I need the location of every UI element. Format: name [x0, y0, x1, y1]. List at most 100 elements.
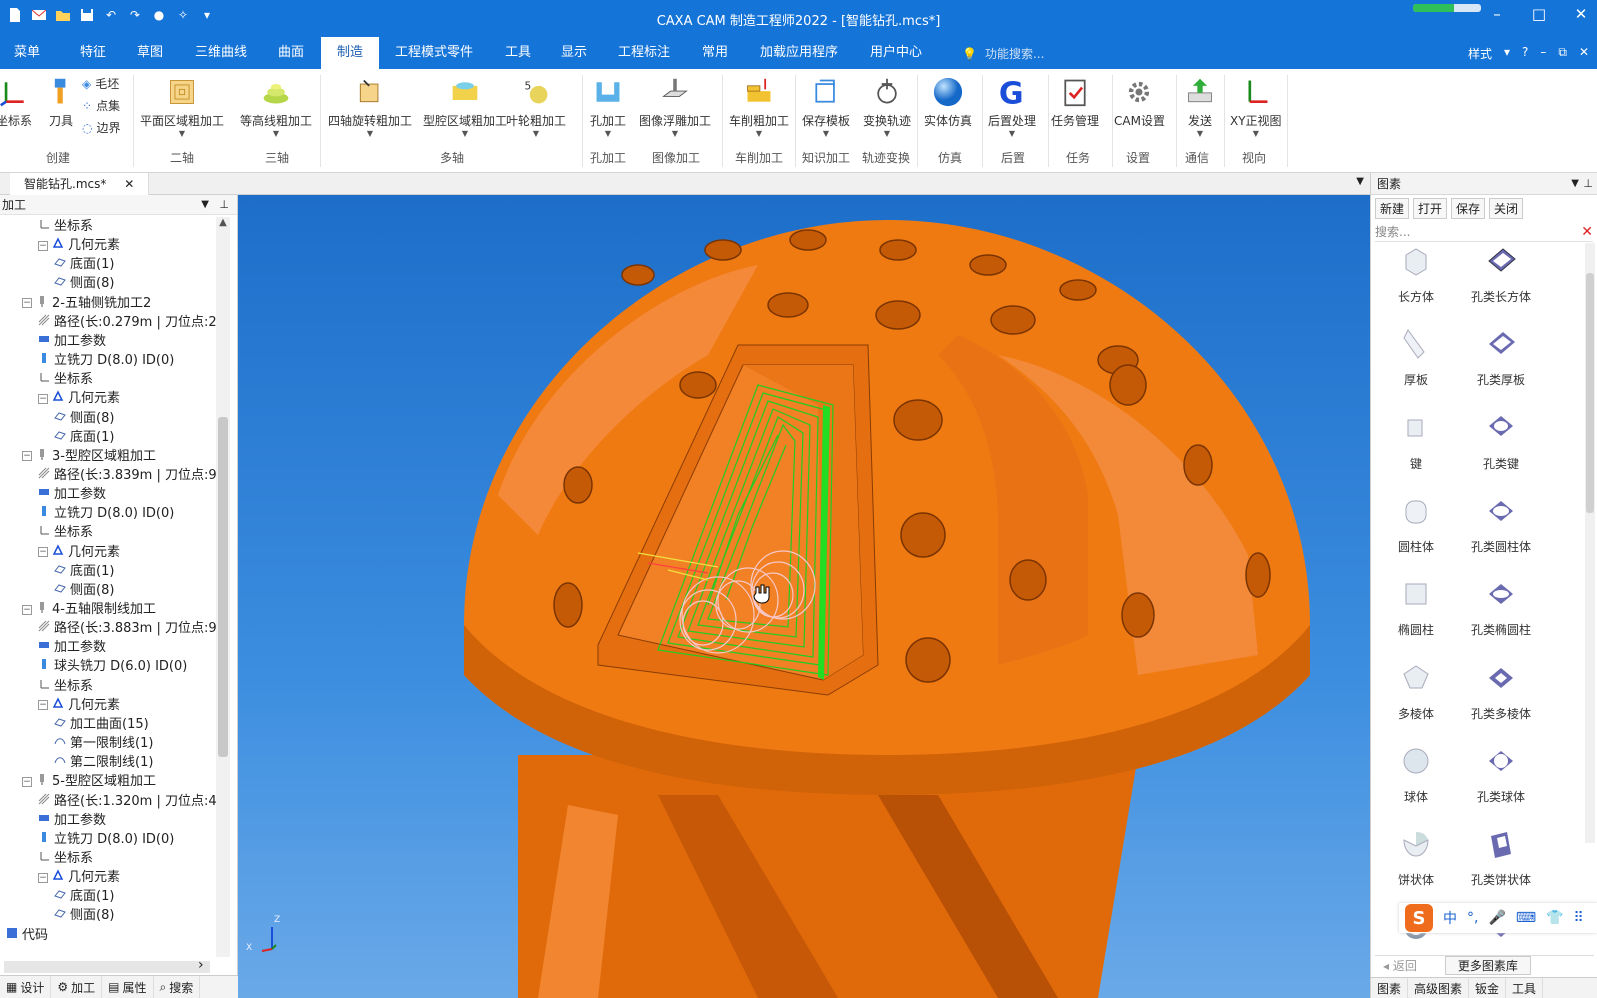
tree-item[interactable]: 第一限制线(1)	[54, 734, 153, 753]
tree-item[interactable]: 侧面(8)	[54, 581, 114, 600]
cam-settings-button[interactable]: CAM设置	[1114, 75, 1165, 129]
tab-common[interactable]: 常用	[692, 37, 738, 69]
pin-icon[interactable]: ⊥	[1583, 173, 1593, 195]
mini-minimize[interactable]: –	[1540, 45, 1546, 62]
more-library-button[interactable]: 更多图素库	[1444, 956, 1531, 975]
tab-tools[interactable]: 工具	[495, 37, 541, 69]
collapse-toggle[interactable]: −	[22, 298, 32, 309]
turning-rough-button[interactable]: 车削粗加工 ▼	[729, 75, 789, 139]
tree-item[interactable]: 坐标系	[38, 370, 93, 389]
solid-simulation-button[interactable]: 实体仿真	[924, 75, 972, 129]
back-button[interactable]: ◂ 返回	[1375, 957, 1425, 974]
tree-item[interactable]: 侧面(8)	[54, 274, 114, 293]
scroll-thumb[interactable]	[1586, 273, 1594, 513]
tree-item[interactable]: 立铣刀 D(8.0) ID(0)	[38, 830, 174, 849]
tab-3d-curve[interactable]: 三维曲线	[185, 37, 257, 69]
primitive-item[interactable]: 多棱体	[1371, 660, 1461, 722]
tab-dropdown-icon[interactable]: ▼	[1356, 176, 1364, 187]
tree-item[interactable]: 路径(长:3.839m | 刀位点:9	[38, 466, 216, 485]
tree-item[interactable]: 加工参数	[38, 485, 106, 504]
primitive-item[interactable]: 长方体	[1371, 243, 1461, 305]
tab-properties[interactable]: ▤ 属性	[102, 976, 154, 998]
ime-chinese-mode[interactable]: 中	[1443, 908, 1457, 928]
image-relief-button[interactable]: 图像浮雕加工 ▼	[639, 75, 711, 139]
keyboard-icon[interactable]: ⌨	[1516, 910, 1536, 926]
blank-button[interactable]: ◈ 毛坯	[82, 75, 119, 92]
tree-item[interactable]: − 几何元素	[38, 868, 120, 887]
collapse-toggle[interactable]: −	[38, 393, 48, 404]
tree-item[interactable]: − 几何元素	[38, 696, 120, 715]
tree-item[interactable]: − 4-五轴限制线加工	[22, 600, 156, 619]
3d-viewport[interactable]: Z X	[238, 195, 1370, 998]
tree-item[interactable]: 侧面(8)	[54, 409, 114, 428]
tree-horizontal-scrollbar[interactable]	[4, 961, 210, 973]
tree-vertical-scrollbar[interactable]: ▲	[216, 217, 230, 957]
tree-item[interactable]: 立铣刀 D(8.0) ID(0)	[38, 504, 174, 523]
primitive-search[interactable]: 搜索... ✕	[1375, 222, 1593, 242]
style-menu[interactable]: 样式	[1468, 45, 1492, 62]
tree-item[interactable]: 底面(1)	[54, 562, 114, 581]
impeller-rough-button[interactable]: 5 叶轮粗加工 ▼	[506, 75, 566, 139]
collapse-toggle[interactable]: −	[38, 547, 48, 558]
tab-annotation[interactable]: 工程标注	[608, 37, 680, 69]
point-set-button[interactable]: ⁘ 点集	[82, 97, 120, 114]
primitive-item[interactable]: 孔类厚板	[1456, 326, 1546, 388]
primitive-item[interactable]: 孔类球体	[1456, 743, 1546, 805]
primitive-item[interactable]: 孔类键	[1456, 410, 1546, 472]
primitive-item[interactable]: 饼状体	[1371, 826, 1461, 888]
clear-search-icon[interactable]: ✕	[1581, 222, 1593, 242]
tab-advanced-primitives[interactable]: 高级图素	[1408, 978, 1470, 998]
4axis-rotary-rough-button[interactable]: 四轴旋转粗加工 ▼	[328, 75, 412, 139]
transform-path-button[interactable]: 变换轨迹 ▼	[863, 75, 911, 139]
coordinate-system-button[interactable]: 坐标系	[0, 75, 32, 129]
plane-area-rough-button[interactable]: 平面区域粗加工 ▼	[140, 75, 224, 139]
tree-item[interactable]: 坐标系	[38, 677, 93, 696]
tab-menu[interactable]: 菜单	[4, 37, 50, 69]
pin-icon[interactable]: ⊥	[219, 195, 229, 215]
collapse-toggle[interactable]: −	[38, 240, 48, 251]
ime-logo[interactable]: S	[1405, 904, 1433, 932]
tree-item[interactable]: − 几何元素	[38, 389, 120, 408]
collapse-toggle[interactable]: −	[38, 700, 48, 711]
tree-item[interactable]: 立铣刀 D(8.0) ID(0)	[38, 351, 174, 370]
collapse-toggle[interactable]: −	[22, 776, 32, 787]
tree-item[interactable]: 路径(长:0.279m | 刀位点:2	[38, 313, 216, 332]
tab-machining[interactable]: ⚙ 加工	[51, 976, 103, 998]
mini-restore[interactable]: ⧉	[1558, 45, 1567, 62]
tree-item[interactable]: − 几何元素	[38, 543, 120, 562]
tree-item[interactable]: 加工参数	[38, 332, 106, 351]
mini-close[interactable]: ✕	[1579, 45, 1589, 62]
tree-item[interactable]: 第二限制线(1)	[54, 753, 153, 772]
tree-item[interactable]: 加工参数	[38, 638, 106, 657]
primitive-item[interactable]: 孔类长方体	[1456, 243, 1546, 305]
document-tab[interactable]: 智能钻孔.mcs* ✕	[10, 173, 150, 195]
help-button[interactable]: ?	[1522, 45, 1528, 62]
open-button[interactable]: 打开	[1413, 198, 1448, 219]
tree-item[interactable]: 路径(长:3.883m | 刀位点:9	[38, 619, 216, 638]
save-button[interactable]: 保存	[1451, 198, 1486, 219]
function-search[interactable]: 💡 功能搜索...	[962, 45, 1044, 62]
dropdown-icon[interactable]: ▾	[1504, 45, 1510, 62]
microphone-icon[interactable]: 🎤	[1488, 910, 1505, 926]
tree-item[interactable]: 侧面(8)	[54, 906, 114, 925]
tool-button[interactable]: 刀具	[44, 75, 78, 129]
tab-tools[interactable]: 工具	[1506, 978, 1544, 998]
panel-dropdown-icon[interactable]: ▼	[1571, 173, 1579, 195]
primitive-item[interactable]: 圆柱体	[1371, 493, 1461, 555]
panel-dropdown-icon[interactable]: ▼	[201, 195, 209, 215]
scroll-thumb[interactable]	[218, 417, 228, 757]
primitive-item[interactable]: 孔类圆柱体	[1456, 493, 1546, 555]
tree-item[interactable]: 坐标系	[38, 217, 93, 236]
tree-item[interactable]: 代码	[6, 926, 48, 945]
xy-front-view-button[interactable]: XY正视图 ▼	[1230, 75, 1282, 139]
cavity-area-rough-button[interactable]: 型腔区域粗加工 ▼	[423, 75, 507, 139]
tab-sheet-metal[interactable]: 钣金	[1469, 978, 1507, 998]
hole-machining-button[interactable]: 孔加工 ▼	[590, 75, 626, 139]
tree-item[interactable]: 加工参数	[38, 811, 106, 830]
menu-grid-icon[interactable]: ⠿	[1574, 910, 1584, 926]
tab-sketch[interactable]: 草图	[127, 37, 173, 69]
ime-punctuation[interactable]: °,	[1467, 910, 1478, 926]
tree-item[interactable]: 坐标系	[38, 523, 93, 542]
tree-item[interactable]: 底面(1)	[54, 887, 114, 906]
close-button[interactable]: ✕	[1571, 5, 1591, 23]
